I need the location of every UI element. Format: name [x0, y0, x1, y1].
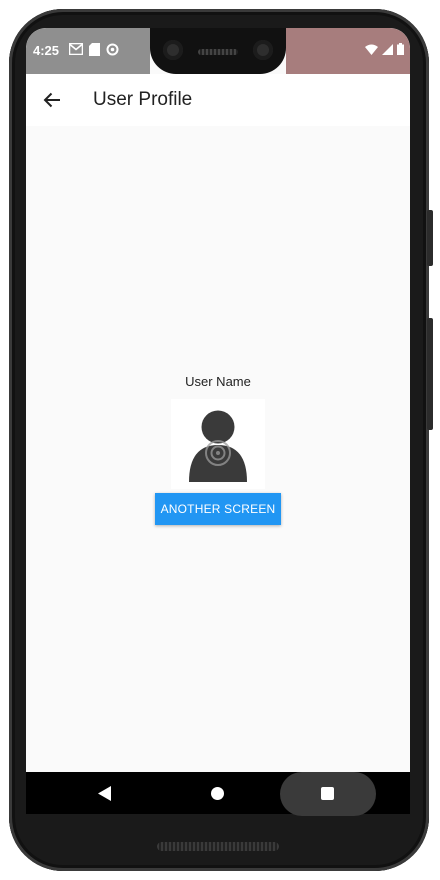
battery-icon — [397, 43, 404, 55]
front-camera-secondary — [253, 40, 273, 60]
camera-notch — [150, 28, 286, 74]
signal-icon — [382, 43, 393, 55]
app-bar: User Profile — [26, 74, 410, 126]
person-icon — [189, 410, 247, 482]
power-button — [427, 318, 433, 430]
back-button[interactable] — [38, 86, 66, 114]
nav-recents-icon[interactable] — [321, 787, 334, 800]
avatar — [171, 399, 265, 489]
sd-card-icon — [89, 43, 100, 56]
status-bar-left: 4:25 — [26, 28, 150, 74]
nav-back-icon[interactable] — [98, 786, 111, 801]
status-bar: 4:25 — [26, 28, 410, 74]
status-bar-right — [286, 28, 410, 74]
another-screen-button[interactable]: ANOTHER SCREEN — [155, 493, 281, 525]
earpiece-speaker — [198, 49, 238, 55]
page-title: User Profile — [93, 89, 193, 110]
volume-button — [427, 210, 433, 266]
navigation-bar — [26, 772, 410, 816]
bottom-speaker-grille — [157, 842, 279, 851]
arrow-back-icon[interactable] — [43, 92, 61, 108]
wifi-icon — [365, 44, 378, 55]
status-system-icons — [365, 43, 404, 55]
user-name-label: User Name — [185, 374, 251, 389]
screen: 4:25 User Profile User Name ANOTHER SCRE… — [26, 28, 410, 814]
status-notification-icons — [69, 43, 119, 56]
gmail-icon — [69, 43, 83, 55]
nav-home-icon[interactable] — [211, 787, 224, 800]
status-time: 4:25 — [33, 43, 60, 58]
front-camera — [163, 40, 183, 60]
sync-icon — [106, 43, 119, 56]
